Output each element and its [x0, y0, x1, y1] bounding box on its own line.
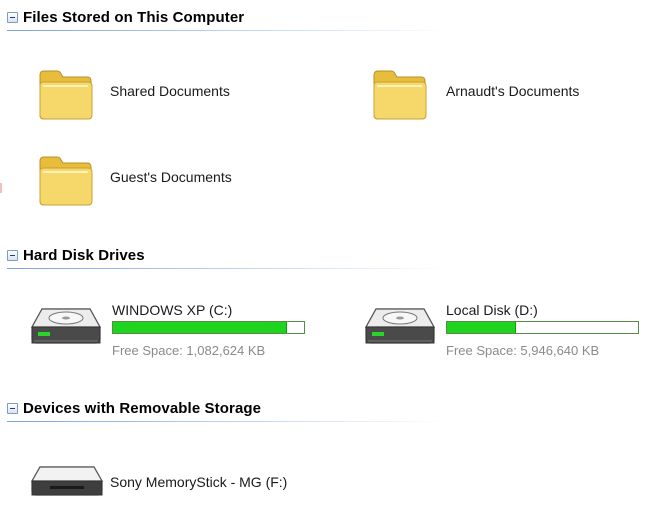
group-header-files[interactable]: Files Stored on This Computer [0, 7, 244, 27]
folder-icon [39, 156, 93, 206]
folder-icon [373, 70, 427, 120]
group-rule-hard-disks [7, 268, 447, 269]
usage-fill [113, 322, 287, 333]
group-title-files: Files Stored on This Computer [23, 8, 245, 26]
collapse-icon[interactable] [7, 249, 18, 261]
free-space-text: Free Space: 5,946,640 KB [446, 343, 600, 358]
usage-bar [112, 321, 305, 334]
drive-label: WINDOWS XP (C:) [112, 302, 233, 318]
group-title-hard-disks: Hard Disk Drives [23, 246, 145, 264]
free-space-text: Free Space: 1,082,624 KB [112, 343, 266, 358]
group-rule-removable [7, 421, 447, 422]
folder-icon [39, 70, 93, 120]
folder-label: Shared Documents [110, 83, 230, 99]
folder-label: Arnaudt's Documents [446, 83, 580, 99]
group-rule-files [7, 30, 447, 31]
group-header-removable[interactable]: Devices with Removable Storage [0, 398, 261, 418]
hard-drive-icon [364, 308, 436, 344]
hard-drive-icon [30, 308, 102, 344]
usage-fill [447, 322, 516, 333]
collapse-icon[interactable] [7, 402, 18, 414]
removable-drive-icon [30, 466, 104, 496]
usage-bar [446, 321, 639, 334]
folder-label: Guest's Documents [110, 169, 232, 185]
device-label: Sony MemoryStick - MG (F:) [110, 474, 288, 490]
left-edge-mark [0, 183, 2, 193]
group-header-hard-disks[interactable]: Hard Disk Drives [0, 245, 145, 265]
collapse-icon[interactable] [7, 11, 18, 23]
drive-label: Local Disk (D:) [446, 302, 538, 318]
group-title-removable: Devices with Removable Storage [23, 399, 262, 417]
